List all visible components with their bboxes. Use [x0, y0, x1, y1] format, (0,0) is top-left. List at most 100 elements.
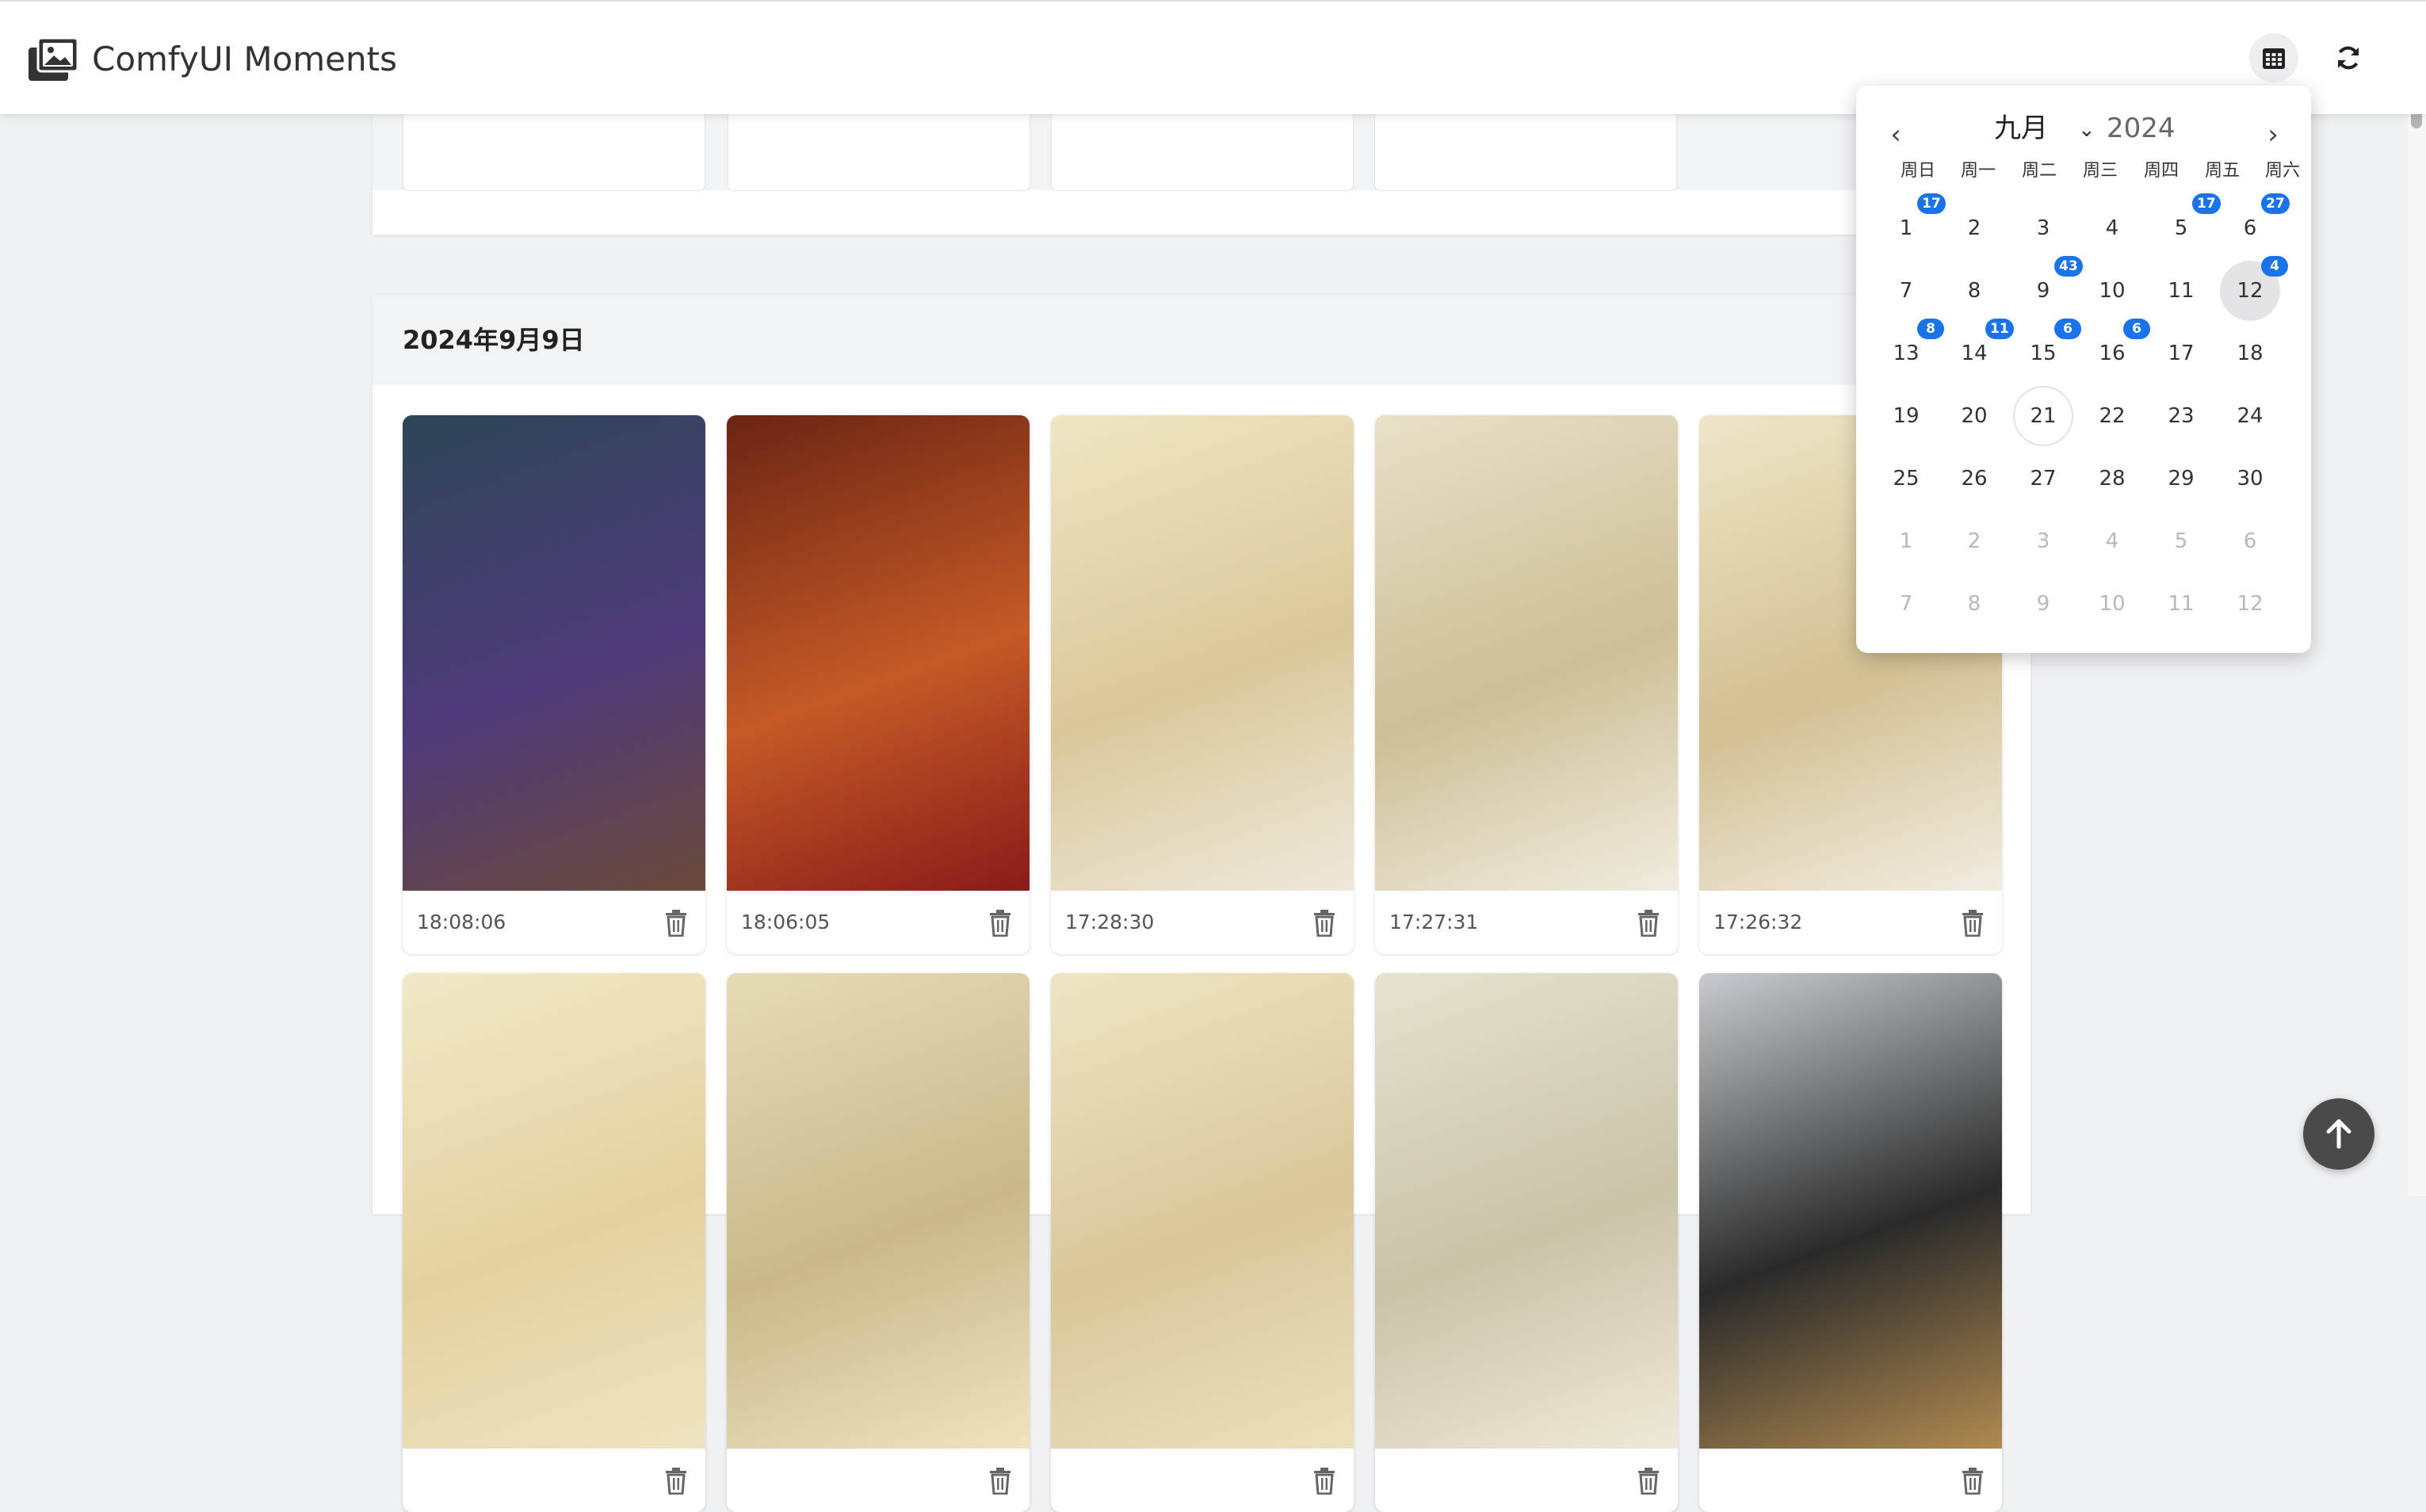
- trash-icon[interactable]: [1961, 910, 1985, 937]
- trash-icon[interactable]: [988, 1468, 1012, 1495]
- image-count-badge: 4: [2261, 256, 2288, 277]
- year-input[interactable]: 2024: [2107, 103, 2176, 154]
- card-row-remnant: [372, 71, 2031, 235]
- generated-image[interactable]: [1051, 973, 1354, 1449]
- image-count-badge: 8: [1917, 319, 1944, 339]
- card-footer: [1699, 1449, 2002, 1512]
- calendar-day[interactable]: 2: [1944, 511, 2004, 571]
- trash-icon[interactable]: [1637, 910, 1660, 937]
- calendar-day[interactable]: 20: [1944, 386, 2004, 446]
- calendar-day[interactable]: 6: [2220, 511, 2280, 571]
- calendar-day[interactable]: 9: [2013, 574, 2073, 634]
- calendar-day[interactable]: 7: [1876, 261, 1936, 321]
- image-card[interactable]: [403, 973, 705, 1512]
- trash-icon[interactable]: [1961, 1468, 1985, 1495]
- card-footer: [1375, 1449, 1678, 1512]
- calendar-day[interactable]: 4: [2082, 198, 2142, 258]
- calendar-day[interactable]: 1: [1876, 511, 1936, 571]
- image-card[interactable]: 17:27:31: [1375, 415, 1678, 954]
- trash-icon[interactable]: [1312, 1468, 1336, 1495]
- generated-image[interactable]: [727, 973, 1030, 1449]
- weekday-label: 周日: [1900, 161, 1935, 181]
- month-select[interactable]: 九月: [1994, 103, 2048, 154]
- generated-image[interactable]: [727, 415, 1030, 891]
- generated-image[interactable]: [1375, 973, 1678, 1449]
- calendar-day[interactable]: 2: [1944, 198, 2004, 258]
- calendar-day[interactable]: 10: [2082, 574, 2142, 634]
- date-section: 2024年9月12日: [372, 71, 2031, 235]
- trash-icon[interactable]: [988, 910, 1012, 937]
- image-count-badge: 17: [2192, 193, 2221, 214]
- trash-icon[interactable]: [1312, 910, 1336, 937]
- card-footer: 17:28:30: [1051, 891, 1354, 954]
- date-section: 2024年9月9日 18:08:06 18:06:05 17:28:30 17:27:…: [372, 295, 2031, 1512]
- image-timestamp: 17:26:32: [1713, 911, 1803, 934]
- calendar-day[interactable]: 18: [2220, 323, 2280, 384]
- chevron-down-icon[interactable]: ⌄: [2078, 106, 2096, 154]
- image-card[interactable]: [1051, 973, 1354, 1512]
- calendar-day[interactable]: 3: [2013, 198, 2073, 258]
- calendar-day[interactable]: 11: [2151, 261, 2211, 321]
- calendar-day[interactable]: 4: [2082, 511, 2142, 571]
- calendar-day[interactable]: 27: [2013, 449, 2073, 509]
- card-footer: [727, 1449, 1030, 1512]
- calendar-day[interactable]: 24: [2220, 386, 2280, 446]
- card-footer: 18:06:05: [727, 891, 1030, 954]
- image-timestamp: 18:06:05: [741, 911, 831, 934]
- image-card[interactable]: [1375, 973, 1678, 1512]
- weekday-label: 周一: [1960, 161, 1996, 181]
- calendar-day[interactable]: 30: [2220, 449, 2280, 509]
- calendar-grid-icon: [2263, 48, 2285, 69]
- next-month-button[interactable]: ›: [2257, 114, 2289, 155]
- calendar-day[interactable]: 12: [2220, 574, 2280, 634]
- card-footer: [403, 1449, 705, 1512]
- calendar-day[interactable]: 5: [2151, 511, 2211, 571]
- calendar-day[interactable]: 3: [2013, 511, 2073, 571]
- image-count-badge: 17: [1917, 193, 1946, 214]
- image-count-badge: 6: [2054, 319, 2081, 339]
- calendar-day[interactable]: 22: [2082, 386, 2142, 446]
- calendar-day[interactable]: 10: [2082, 261, 2142, 321]
- trash-icon[interactable]: [664, 910, 688, 937]
- generated-image[interactable]: [403, 415, 705, 891]
- arrow-up-icon: [2326, 1119, 2352, 1149]
- calendar-day[interactable]: 29: [2151, 449, 2211, 509]
- calendar-day[interactable]: 8: [1944, 261, 2004, 321]
- calendar-day[interactable]: 23: [2151, 386, 2211, 446]
- calendar-day-today[interactable]: 21: [2013, 386, 2073, 446]
- calendar-day[interactable]: 28: [2082, 449, 2142, 509]
- image-card[interactable]: 18:08:06: [403, 415, 705, 954]
- refresh-button[interactable]: [2324, 33, 2373, 82]
- image-count-badge: 27: [2261, 193, 2290, 214]
- generated-image[interactable]: [1051, 415, 1354, 891]
- calendar-day[interactable]: 11: [2151, 574, 2211, 634]
- calendar-popup: ‹ 九月 ⌄ 2024 › 周日 周一 周二 周三 周四 周五 周六 1 17 2 3 4 5 17 6 2…: [1856, 86, 2311, 653]
- image-timestamp: 17:27:31: [1389, 911, 1479, 934]
- image-card[interactable]: 18:06:05: [727, 415, 1030, 954]
- trash-icon[interactable]: [1637, 1468, 1660, 1495]
- weekday-label: 周六: [2264, 161, 2300, 181]
- image-card[interactable]: [1699, 973, 2002, 1512]
- trash-icon[interactable]: [664, 1468, 688, 1495]
- weekday-label: 周二: [2021, 161, 2057, 181]
- generated-image[interactable]: [1375, 415, 1678, 891]
- calendar-day[interactable]: 26: [1944, 449, 2004, 509]
- back-to-top-button[interactable]: [2303, 1098, 2374, 1170]
- prev-month-button[interactable]: ‹: [1880, 114, 1912, 155]
- image-card[interactable]: [727, 973, 1030, 1512]
- calendar-day[interactable]: 7: [1876, 574, 1936, 634]
- photo-gallery-icon: [29, 36, 79, 81]
- generated-image[interactable]: [1699, 973, 2002, 1449]
- generated-image[interactable]: [403, 973, 705, 1449]
- calendar-day[interactable]: 17: [2151, 323, 2211, 384]
- calendar-day[interactable]: 8: [1944, 574, 2004, 634]
- weekday-label: 周三: [2082, 161, 2118, 181]
- card-footer: 17:27:31: [1375, 891, 1678, 954]
- calendar-day[interactable]: 25: [1876, 449, 1936, 509]
- card-footer: [1051, 1449, 1354, 1512]
- calendar-toggle-button[interactable]: [2249, 33, 2298, 82]
- page-scrollbar[interactable]: [2408, 0, 2426, 1196]
- image-timestamp: 17:28:30: [1065, 911, 1155, 934]
- calendar-day[interactable]: 19: [1876, 386, 1936, 446]
- image-card[interactable]: 17:28:30: [1051, 415, 1354, 954]
